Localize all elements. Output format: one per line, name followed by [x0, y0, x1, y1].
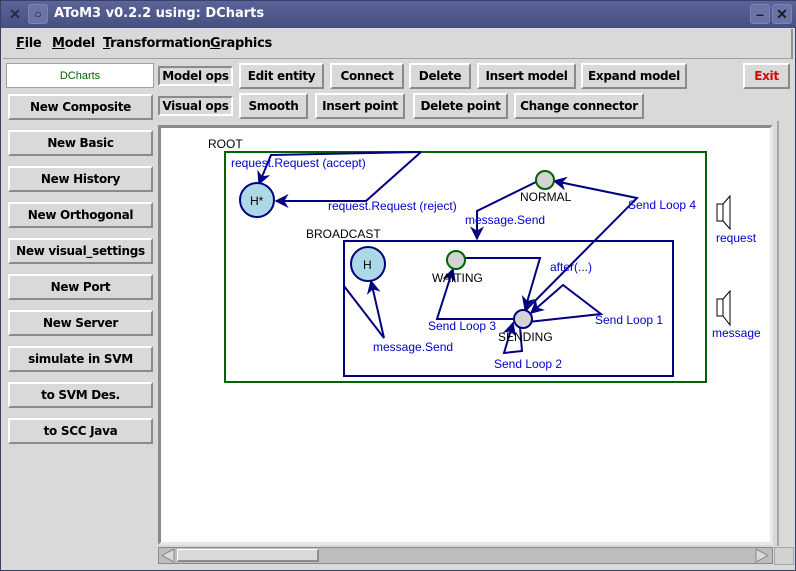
port-request-label: request: [716, 231, 757, 245]
menu-graphics[interactable]: Graphics: [210, 36, 272, 51]
scroll-right-arrow-icon[interactable]: [754, 548, 770, 563]
label-send-loop-3: Send Loop 3: [428, 319, 496, 333]
state-waiting-label: WAITING: [432, 271, 483, 285]
minimize-icon[interactable]: –: [750, 4, 770, 24]
port-message-label: message: [712, 326, 761, 340]
label-send-loop-2: Send Loop 2: [494, 357, 562, 371]
menu-model-label: odel: [64, 36, 96, 51]
new-history-button[interactable]: New History: [8, 166, 153, 192]
label-send-loop-4: Send Loop 4: [628, 198, 696, 212]
menu-file-mnemonic: F: [16, 36, 25, 51]
port-message-icon[interactable]: [716, 289, 731, 327]
simulate-svm-button[interactable]: simulate in SVM: [8, 346, 153, 372]
visual-ops-toggle[interactable]: Visual ops: [158, 96, 233, 116]
close-icon[interactable]: ✕: [772, 4, 792, 24]
label-message-send-top: message.Send: [465, 213, 545, 227]
formalism-label: DCharts: [6, 63, 154, 88]
delete-point-button[interactable]: Delete point: [413, 93, 508, 119]
model-ops-toggle[interactable]: Model ops: [158, 66, 233, 86]
port-request-icon[interactable]: [716, 194, 731, 231]
label-reject: request.Request (reject): [328, 199, 457, 213]
statechart-diagram: ROOT BROADCAST request.Request (accept) …: [208, 137, 761, 383]
menu-transformation[interactable]: Transformation: [103, 36, 211, 51]
transition-send-loop-1[interactable]: [527, 283, 604, 323]
to-svm-des-button[interactable]: to SVM Des.: [8, 382, 153, 408]
label-send-loop-1: Send Loop 1: [595, 313, 663, 327]
broadcast-composite[interactable]: [343, 240, 674, 377]
expand-model-button[interactable]: Expand model: [581, 63, 687, 89]
new-port-button[interactable]: New Port: [8, 274, 153, 300]
label-accept: request.Request (accept): [231, 156, 366, 170]
menu-graphics-mnemonic: G: [210, 36, 221, 51]
scroll-left-arrow-icon[interactable]: [160, 548, 176, 563]
state-normal[interactable]: [535, 170, 555, 190]
menu-graphics-label: raphics: [220, 36, 272, 51]
window-menu-icon[interactable]: ○: [28, 4, 48, 24]
exit-button[interactable]: Exit: [743, 63, 790, 89]
root-label: ROOT: [208, 137, 243, 151]
new-orthogonal-button[interactable]: New Orthogonal: [8, 202, 153, 228]
state-normal-label: NORMAL: [520, 190, 572, 204]
smooth-button[interactable]: Smooth: [239, 93, 308, 119]
close-x-icon[interactable]: ✕: [5, 4, 25, 24]
new-visual-settings-button[interactable]: New visual_settings: [8, 238, 153, 264]
window-title: AToM3 v0.2.2 using: DCharts: [54, 6, 265, 21]
label-message-send-history: message.Send: [373, 340, 453, 354]
connect-button[interactable]: Connect: [330, 63, 404, 89]
delete-button[interactable]: Delete: [409, 63, 471, 89]
label-after: after(...): [550, 260, 592, 274]
state-sending-label: SENDING: [498, 330, 553, 344]
diagram-canvas[interactable]: ROOT BROADCAST request.Request (accept) …: [158, 125, 773, 545]
horizontal-scroll-thumb[interactable]: [177, 549, 319, 562]
root-composite[interactable]: [224, 151, 707, 383]
menu-file[interactable]: File: [16, 36, 42, 51]
state-waiting[interactable]: [446, 250, 466, 270]
new-basic-button[interactable]: New Basic: [8, 130, 153, 156]
app-window: ✕ ○ AToM3 v0.2.2 using: DCharts – ✕ File…: [0, 0, 796, 571]
insert-point-button[interactable]: Insert point: [315, 93, 405, 119]
change-connector-button[interactable]: Change connector: [514, 93, 644, 119]
title-bar: ✕ ○ AToM3 v0.2.2 using: DCharts – ✕: [1, 1, 796, 28]
scrollbar-corner: [774, 547, 794, 565]
deep-history-label: H*: [250, 194, 264, 208]
new-composite-button[interactable]: New Composite: [8, 94, 153, 120]
history-label: H: [363, 258, 372, 272]
menu-model[interactable]: Model: [52, 36, 95, 51]
transition-message-send-history[interactable]: [343, 279, 385, 339]
vertical-scrollbar[interactable]: [777, 121, 791, 546]
state-sending[interactable]: [513, 309, 533, 329]
insert-model-button[interactable]: Insert model: [477, 63, 576, 89]
menu-model-mnemonic: M: [52, 36, 65, 51]
menu-bar: File Model Transformation Graphics: [3, 29, 793, 59]
horizontal-scrollbar[interactable]: [158, 547, 773, 564]
edit-entity-button[interactable]: Edit entity: [239, 63, 324, 89]
menu-file-label: ile: [24, 36, 42, 51]
new-server-button[interactable]: New Server: [8, 310, 153, 336]
menu-transformation-label: ransformation: [110, 36, 211, 51]
broadcast-label: BROADCAST: [306, 227, 381, 241]
to-scc-java-button[interactable]: to SCC Java: [8, 418, 153, 444]
